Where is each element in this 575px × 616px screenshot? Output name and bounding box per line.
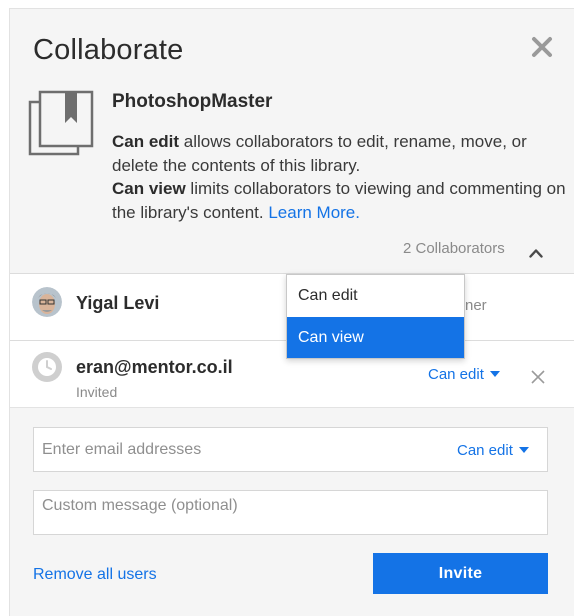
message-field[interactable] xyxy=(33,490,548,535)
remove-all-users-link[interactable]: Remove all users xyxy=(33,566,157,584)
caret-down-icon xyxy=(518,447,529,453)
caret-down-icon xyxy=(489,371,500,377)
email-input[interactable] xyxy=(42,428,432,471)
invite-permission-label: Can edit xyxy=(457,442,513,459)
chevron-up-icon[interactable] xyxy=(529,245,543,258)
invite-permission-select[interactable]: Can edit xyxy=(457,442,529,459)
permission-description: Can edit allows collaborators to edit, r… xyxy=(112,130,572,224)
collaborator-name: Yigal Levi xyxy=(76,293,160,313)
library-name: PhotoshopMaster xyxy=(112,91,273,112)
collaborators-count[interactable]: 2 Collaborators xyxy=(403,240,505,257)
divider xyxy=(10,407,574,408)
close-icon[interactable] xyxy=(530,35,554,59)
collaborator-role: ner xyxy=(465,297,487,314)
dropdown-option-can-edit[interactable]: Can edit xyxy=(287,275,464,316)
message-input[interactable] xyxy=(42,497,537,531)
permission-dropdown-menu: Can edit Can view xyxy=(286,274,465,359)
library-icon xyxy=(27,89,97,157)
permission-select-label: Can edit xyxy=(428,366,484,383)
dialog-title: Collaborate xyxy=(33,34,184,66)
invitee-email: eran@mentor.co.il xyxy=(76,357,233,377)
learn-more-link[interactable]: Learn More. xyxy=(268,203,360,222)
dropdown-option-can-view[interactable]: Can view xyxy=(287,317,464,358)
avatar xyxy=(32,287,62,317)
can-edit-term: Can edit xyxy=(112,132,180,151)
invite-button[interactable]: Invite xyxy=(373,553,548,594)
email-field[interactable]: Can edit xyxy=(33,427,548,472)
can-view-term: Can view xyxy=(112,179,186,198)
permission-select[interactable]: Can edit xyxy=(428,366,500,383)
clock-icon xyxy=(32,352,62,382)
remove-x-icon[interactable] xyxy=(531,370,545,384)
invite-status: Invited xyxy=(76,384,118,400)
